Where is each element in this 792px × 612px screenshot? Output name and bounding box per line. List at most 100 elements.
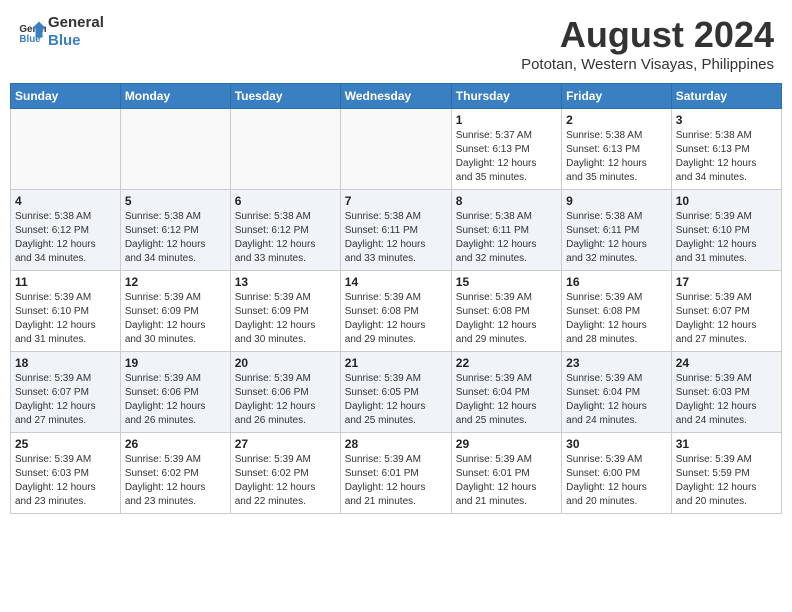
calendar-cell: 15Sunrise: 5:39 AM Sunset: 6:08 PM Dayli… bbox=[451, 271, 561, 352]
calendar-table: SundayMondayTuesdayWednesdayThursdayFrid… bbox=[10, 83, 782, 514]
calendar-cell: 28 Sunrise: 5:39 AM Sunset: 6:01 PM Dayli… bbox=[340, 433, 451, 514]
day-detail: Sunrise: 5:38 AM Sunset: 6:12 PM Dayligh… bbox=[235, 210, 336, 266]
day-number: 14 bbox=[345, 275, 447, 289]
day-detail: Sunrise: 5:38 AM Sunset: 6:11 PM Dayligh… bbox=[345, 210, 447, 266]
day-detail: Sunrise: 5:39 AM Sunset: 6:08 PM Dayligh… bbox=[566, 291, 667, 347]
day-number: 11 bbox=[15, 275, 116, 289]
col-header-tuesday: Tuesday bbox=[230, 84, 340, 109]
day-number: 17 bbox=[676, 275, 777, 289]
day-detail: Sunrise: 5:39 AM Sunset: 6:07 PM Dayligh… bbox=[676, 291, 777, 347]
day-detail: Sunrise: 5:39 AM Sunset: 6:04 PM Dayligh… bbox=[566, 372, 667, 428]
day-number: 27 bbox=[235, 437, 336, 451]
day-number: 13 bbox=[235, 275, 336, 289]
calendar-cell bbox=[340, 109, 451, 190]
day-number: 12 bbox=[125, 275, 226, 289]
logo: General Blue General Blue bbox=[18, 14, 104, 50]
calendar-cell: 7 Sunrise: 5:38 AM Sunset: 6:11 PM Daylig… bbox=[340, 190, 451, 271]
day-detail: Sunrise: 5:39 AM Sunset: 6:02 PM Dayligh… bbox=[125, 453, 226, 509]
day-number: 29 bbox=[456, 437, 557, 451]
day-number: 21 bbox=[345, 356, 447, 370]
day-number: 23 bbox=[566, 356, 667, 370]
month-title: August 2024 bbox=[521, 14, 774, 56]
day-detail: Sunrise: 5:38 AM Sunset: 6:12 PM Dayligh… bbox=[125, 210, 226, 266]
calendar-cell bbox=[120, 109, 230, 190]
logo-blue: Blue bbox=[48, 32, 104, 50]
day-number: 19 bbox=[125, 356, 226, 370]
day-detail: Sunrise: 5:39 AM Sunset: 6:09 PM Dayligh… bbox=[125, 291, 226, 347]
col-header-wednesday: Wednesday bbox=[340, 84, 451, 109]
day-number: 7 bbox=[345, 194, 447, 208]
calendar-cell: 19 Sunrise: 5:39 AM Sunset: 6:06 PM Dayli… bbox=[120, 352, 230, 433]
calendar-cell bbox=[230, 109, 340, 190]
location-subtitle: Pototan, Western Visayas, Philippines bbox=[521, 56, 774, 73]
calendar-cell: 18 Sunrise: 5:39 AM Sunset: 6:07 PM Dayli… bbox=[11, 352, 121, 433]
day-number: 20 bbox=[235, 356, 336, 370]
calendar-cell: 21Sunrise: 5:39 AM Sunset: 6:05 PM Dayli… bbox=[340, 352, 451, 433]
calendar-cell: 13 Sunrise: 5:39 AM Sunset: 6:09 PM Dayli… bbox=[230, 271, 340, 352]
calendar-cell: 23 Sunrise: 5:39 AM Sunset: 6:04 PM Dayli… bbox=[562, 352, 672, 433]
calendar-cell: 17 Sunrise: 5:39 AM Sunset: 6:07 PM Dayli… bbox=[671, 271, 781, 352]
day-detail: Sunrise: 5:39 AM Sunset: 6:04 PM Dayligh… bbox=[456, 372, 557, 428]
calendar-cell: 5 Sunrise: 5:38 AM Sunset: 6:12 PM Daylig… bbox=[120, 190, 230, 271]
calendar-week-2: 4 Sunrise: 5:38 AM Sunset: 6:12 PM Daylig… bbox=[11, 190, 782, 271]
day-number: 28 bbox=[345, 437, 447, 451]
day-detail: Sunrise: 5:38 AM Sunset: 6:12 PM Dayligh… bbox=[15, 210, 116, 266]
day-number: 24 bbox=[676, 356, 777, 370]
day-detail: Sunrise: 5:38 AM Sunset: 6:13 PM Dayligh… bbox=[566, 129, 667, 185]
day-detail: Sunrise: 5:39 AM Sunset: 6:10 PM Dayligh… bbox=[15, 291, 116, 347]
calendar-cell: 8 Sunrise: 5:38 AM Sunset: 6:11 PM Daylig… bbox=[451, 190, 561, 271]
day-number: 9 bbox=[566, 194, 667, 208]
day-detail: Sunrise: 5:39 AM Sunset: 6:07 PM Dayligh… bbox=[15, 372, 116, 428]
page-header: General Blue General Blue August 2024 Po… bbox=[10, 10, 782, 77]
calendar-cell: 4 Sunrise: 5:38 AM Sunset: 6:12 PM Daylig… bbox=[11, 190, 121, 271]
calendar-cell: 11 Sunrise: 5:39 AM Sunset: 6:10 PM Dayli… bbox=[11, 271, 121, 352]
col-header-monday: Monday bbox=[120, 84, 230, 109]
calendar-cell: 1 Sunrise: 5:37 AM Sunset: 6:13 PM Daylig… bbox=[451, 109, 561, 190]
calendar-cell: 20Sunrise: 5:39 AM Sunset: 6:06 PM Dayli… bbox=[230, 352, 340, 433]
day-number: 18 bbox=[15, 356, 116, 370]
day-detail: Sunrise: 5:37 AM Sunset: 6:13 PM Dayligh… bbox=[456, 129, 557, 185]
day-detail: Sunrise: 5:38 AM Sunset: 6:11 PM Dayligh… bbox=[566, 210, 667, 266]
day-detail: Sunrise: 5:39 AM Sunset: 5:59 PM Dayligh… bbox=[676, 453, 777, 509]
calendar-cell: 30Sunrise: 5:39 AM Sunset: 6:00 PM Dayli… bbox=[562, 433, 672, 514]
logo-icon: General Blue bbox=[18, 18, 46, 46]
calendar-header-row: SundayMondayTuesdayWednesdayThursdayFrid… bbox=[11, 84, 782, 109]
calendar-cell: 12 Sunrise: 5:39 AM Sunset: 6:09 PM Dayli… bbox=[120, 271, 230, 352]
day-number: 10 bbox=[676, 194, 777, 208]
day-detail: Sunrise: 5:39 AM Sunset: 6:10 PM Dayligh… bbox=[676, 210, 777, 266]
calendar-cell: 26 Sunrise: 5:39 AM Sunset: 6:02 PM Dayli… bbox=[120, 433, 230, 514]
day-number: 31 bbox=[676, 437, 777, 451]
calendar-cell: 24Sunrise: 5:39 AM Sunset: 6:03 PM Dayli… bbox=[671, 352, 781, 433]
day-number: 8 bbox=[456, 194, 557, 208]
day-number: 5 bbox=[125, 194, 226, 208]
col-header-thursday: Thursday bbox=[451, 84, 561, 109]
calendar-cell: 9 Sunrise: 5:38 AM Sunset: 6:11 PM Daylig… bbox=[562, 190, 672, 271]
day-number: 4 bbox=[15, 194, 116, 208]
day-detail: Sunrise: 5:39 AM Sunset: 6:03 PM Dayligh… bbox=[15, 453, 116, 509]
day-number: 3 bbox=[676, 113, 777, 127]
day-number: 1 bbox=[456, 113, 557, 127]
calendar-cell: 2Sunrise: 5:38 AM Sunset: 6:13 PM Daylig… bbox=[562, 109, 672, 190]
logo-general: General bbox=[48, 14, 104, 32]
calendar-week-3: 11 Sunrise: 5:39 AM Sunset: 6:10 PM Dayli… bbox=[11, 271, 782, 352]
day-detail: Sunrise: 5:39 AM Sunset: 6:01 PM Dayligh… bbox=[456, 453, 557, 509]
col-header-sunday: Sunday bbox=[11, 84, 121, 109]
calendar-cell: 14 Sunrise: 5:39 AM Sunset: 6:08 PM Dayli… bbox=[340, 271, 451, 352]
day-detail: Sunrise: 5:39 AM Sunset: 6:08 PM Dayligh… bbox=[345, 291, 447, 347]
calendar-cell: 27 Sunrise: 5:39 AM Sunset: 6:02 PM Dayli… bbox=[230, 433, 340, 514]
day-detail: Sunrise: 5:39 AM Sunset: 6:09 PM Dayligh… bbox=[235, 291, 336, 347]
day-detail: Sunrise: 5:38 AM Sunset: 6:13 PM Dayligh… bbox=[676, 129, 777, 185]
day-number: 30 bbox=[566, 437, 667, 451]
day-number: 16 bbox=[566, 275, 667, 289]
calendar-cell: 6Sunrise: 5:38 AM Sunset: 6:12 PM Daylig… bbox=[230, 190, 340, 271]
col-header-saturday: Saturday bbox=[671, 84, 781, 109]
day-detail: Sunrise: 5:38 AM Sunset: 6:11 PM Dayligh… bbox=[456, 210, 557, 266]
day-detail: Sunrise: 5:39 AM Sunset: 6:06 PM Dayligh… bbox=[125, 372, 226, 428]
day-detail: Sunrise: 5:39 AM Sunset: 6:02 PM Dayligh… bbox=[235, 453, 336, 509]
calendar-cell: 31 Sunrise: 5:39 AM Sunset: 5:59 PM Dayli… bbox=[671, 433, 781, 514]
day-number: 15 bbox=[456, 275, 557, 289]
day-number: 26 bbox=[125, 437, 226, 451]
day-number: 22 bbox=[456, 356, 557, 370]
calendar-week-5: 25Sunrise: 5:39 AM Sunset: 6:03 PM Dayli… bbox=[11, 433, 782, 514]
day-detail: Sunrise: 5:39 AM Sunset: 6:01 PM Dayligh… bbox=[345, 453, 447, 509]
